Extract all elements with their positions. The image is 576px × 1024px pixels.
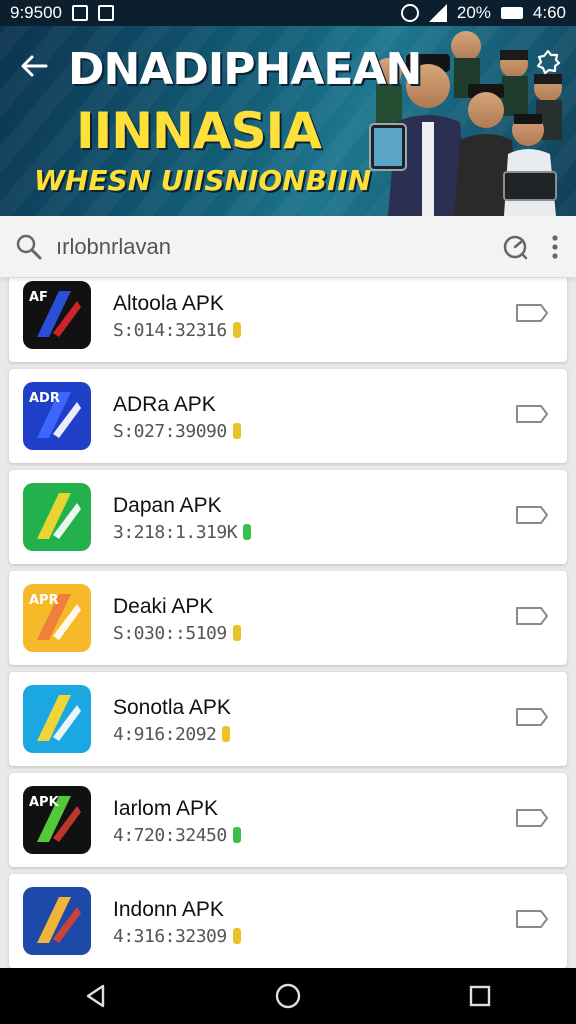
app-meta-text: S:027:39090: [113, 421, 227, 442]
tag-icon[interactable]: [515, 908, 549, 930]
app-icon: [23, 685, 91, 753]
app-meta-text: 4:916:2092: [113, 724, 217, 745]
app-icon: [23, 483, 91, 551]
app-icon: ADR: [23, 382, 91, 450]
circle-home-icon: [275, 983, 301, 1009]
app-meta: S:014:32316: [113, 320, 241, 341]
search-bar: [0, 216, 576, 278]
app-card[interactable]: APR Deaki APKS:030::5109: [9, 571, 567, 665]
coin-icon: [232, 827, 241, 843]
nav-recents-button[interactable]: [450, 968, 510, 1024]
nav-back-button[interactable]: [66, 968, 126, 1024]
app-icon: [23, 887, 91, 955]
app-meta: 3:218:1.319K: [113, 522, 252, 543]
tag-icon[interactable]: [515, 605, 549, 627]
app-card[interactable]: Dapan APK 3:218:1.319K: [9, 470, 567, 564]
share-icon: [536, 49, 561, 75]
header-banner: DNADIPHAEAN IINNASIA WHESN UIISNIONBIIN: [0, 26, 576, 216]
app-meta-text: S:030::5109: [113, 623, 227, 644]
status-bar: 9:9500 20% 4:60: [0, 0, 576, 26]
banner-tagline: WHESN UIISNIONBIIN: [34, 164, 372, 197]
app-icon: APR: [23, 584, 91, 652]
app-name: Sonotla APK: [113, 696, 231, 719]
coin-icon: [232, 625, 241, 641]
more-options-icon[interactable]: [548, 232, 562, 262]
status-left: 9:9500: [10, 3, 114, 23]
alarm-icon: [400, 4, 419, 22]
app-icon-text: APK: [29, 795, 60, 810]
status-clock: 4:60: [532, 3, 566, 22]
app-icon: AF: [23, 281, 91, 349]
banner-title: DNADIPHAEAN: [68, 44, 422, 95]
app-list: AF Altoola APK S:014:32316 ADR ADRa APK S:027…: [0, 278, 576, 968]
tag-icon[interactable]: [515, 807, 549, 829]
app-name: ADRa APK: [113, 393, 216, 416]
tag-icon[interactable]: [515, 403, 549, 425]
coin-icon: [232, 322, 241, 338]
app-card[interactable]: Indonn APK 4:316:32309: [9, 874, 567, 968]
app-icon-text: ADR: [29, 391, 60, 406]
triangle-back-icon: [86, 984, 105, 1008]
refresh-icon[interactable]: [500, 232, 530, 262]
app-name: Dapan APK: [113, 494, 222, 517]
app-meta: 4:316:32309: [113, 926, 241, 947]
app-meta: 4:916:2092: [113, 724, 231, 745]
search-icon[interactable]: [14, 232, 44, 262]
app-name: Altoola APK: [113, 292, 224, 315]
share-button[interactable]: [530, 44, 566, 80]
coin-icon: [232, 423, 241, 439]
app-name: Iarlom APK: [113, 797, 219, 820]
app-meta: S:030::5109: [113, 623, 241, 644]
banner-subtitle: IINNASIA: [76, 102, 322, 160]
app-card[interactable]: ADR ADRa APK S:027:39090: [9, 369, 567, 463]
arrow-left-icon: [21, 55, 48, 77]
tag-icon[interactable]: [515, 706, 549, 728]
signal-icon: [428, 4, 447, 22]
app-icon-text: AF: [29, 290, 48, 305]
app-meta: S:027:39090: [113, 421, 241, 442]
tag-icon[interactable]: [515, 302, 549, 324]
coin-icon: [222, 726, 231, 742]
battery-icon: [500, 7, 523, 19]
app-meta-text: 4:316:32309: [113, 926, 227, 947]
nav-home-button[interactable]: [258, 968, 318, 1024]
app-meta: 4:720:32450: [113, 825, 241, 846]
app-icon-text: APR: [29, 593, 59, 608]
status-right: 20% 4:60: [400, 3, 566, 23]
coin-icon: [232, 928, 241, 944]
app-card[interactable]: AF Altoola APK S:014:32316: [9, 278, 567, 362]
tag-icon[interactable]: [515, 504, 549, 526]
app-meta-text: 3:218:1.319K: [113, 522, 238, 543]
app-card[interactable]: APK Iarlom APK 4:720:32450: [9, 773, 567, 867]
notification-icon: [72, 5, 88, 21]
app-meta-text: 4:720:32450: [113, 825, 227, 846]
app-meta-text: S:014:32316: [113, 320, 227, 341]
app-icon: APK: [23, 786, 91, 854]
app-name: Indonn APK: [113, 898, 224, 921]
search-input[interactable]: [56, 233, 500, 260]
back-button[interactable]: [14, 46, 54, 86]
file-icon: [98, 5, 114, 21]
square-recents-icon: [469, 985, 491, 1007]
status-time: 9:9500: [10, 3, 62, 22]
battery-percent: 20%: [456, 3, 491, 22]
navigation-bar: [0, 968, 576, 1024]
coin-icon: [243, 524, 252, 540]
app-card[interactable]: Sonotla APK 4:916:2092: [9, 672, 567, 766]
app-name: Deaki APK: [113, 595, 214, 618]
